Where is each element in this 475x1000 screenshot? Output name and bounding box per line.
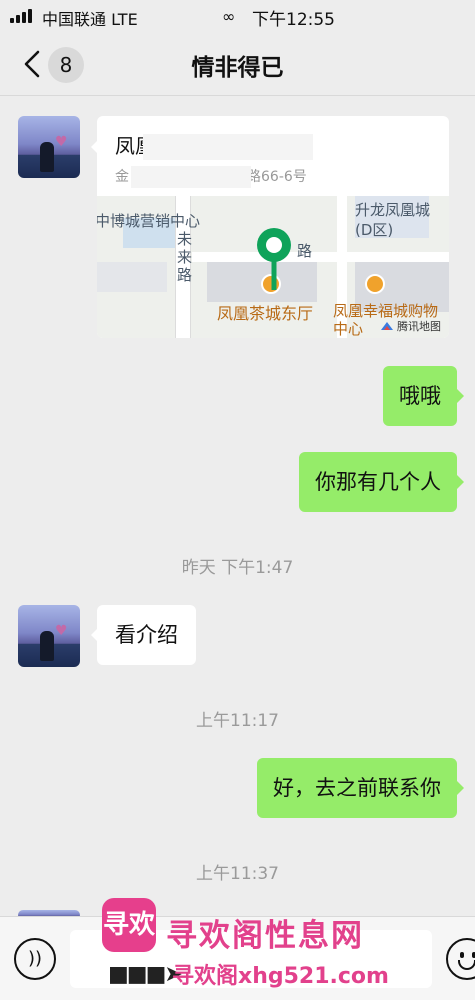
sent-message-bubble[interactable]: 你那有几个人 [299, 452, 457, 512]
bubble-tail [457, 475, 464, 489]
contact-avatar[interactable]: ♥ [18, 116, 80, 178]
map-label: 中博城营销中心 [97, 212, 201, 230]
map-label: 升龙凤凰城(D区) [355, 201, 431, 239]
voice-input-button[interactable]: )) [14, 938, 56, 980]
sent-message-bubble[interactable]: 哦哦 [383, 366, 457, 426]
chat-header: 8 情非得已 [0, 32, 475, 96]
tencent-map-icon [381, 322, 393, 330]
bubble-tail [457, 389, 464, 403]
received-message-bubble[interactable]: 看介绍 [97, 605, 196, 665]
message-timestamp: 昨天 下午1:47 [181, 558, 294, 578]
map-pin-icon [257, 228, 291, 290]
watermark-url: 寻欢阁xhg521.com [172, 964, 389, 989]
signal-icon [10, 9, 32, 23]
link-icon: ∞ [222, 7, 236, 26]
poi-icon [365, 274, 385, 294]
status-bar: 中国联通 LTE ∞ 下午12:55 [0, 0, 475, 32]
carrier-label: 中国联通 LTE [42, 10, 138, 29]
map-label: 未来路 [177, 230, 193, 284]
map-provider-logo: 腾讯地图 [380, 318, 441, 334]
emoji-icon [460, 952, 464, 958]
emoji-button[interactable] [446, 938, 475, 980]
bubble-tail [457, 781, 464, 795]
redaction-mark [143, 134, 313, 160]
status-time: 下午12:55 [252, 10, 335, 30]
map-poi-label: 凤凰茶城东厅 [217, 304, 314, 323]
site-watermark: 寻欢 寻欢阁性息网 ■■■➤ 寻欢阁xhg521.com [102, 898, 412, 996]
arrow-icon: ■■■➤ [108, 962, 183, 987]
message-timestamp: 上午11:17 [196, 711, 279, 731]
message-timestamp: 上午11:37 [196, 864, 279, 884]
sent-message-bubble[interactable]: 好，去之前联系你 [257, 758, 457, 818]
emoji-icon-mouth [458, 960, 475, 970]
watermark-logo: 寻欢 [102, 898, 156, 952]
location-message-card[interactable]: 凤凰 金路66-6号 中博城营销中心 升龙凤凰城(D区) 未来路 路 凤凰茶城东… [97, 116, 449, 338]
voice-icon: )) [27, 948, 43, 969]
map-label: 路 [297, 242, 313, 260]
redaction-mark [131, 166, 251, 188]
watermark-site-name: 寻欢阁性息网 [166, 918, 364, 954]
contact-avatar[interactable]: ♥ [18, 605, 80, 667]
location-map[interactable]: 中博城营销中心 升龙凤凰城(D区) 未来路 路 凤凰茶城东厅 凤凰幸福城购物中心… [97, 196, 449, 338]
road [192, 252, 449, 262]
chat-title[interactable]: 情非得已 [0, 48, 475, 82]
